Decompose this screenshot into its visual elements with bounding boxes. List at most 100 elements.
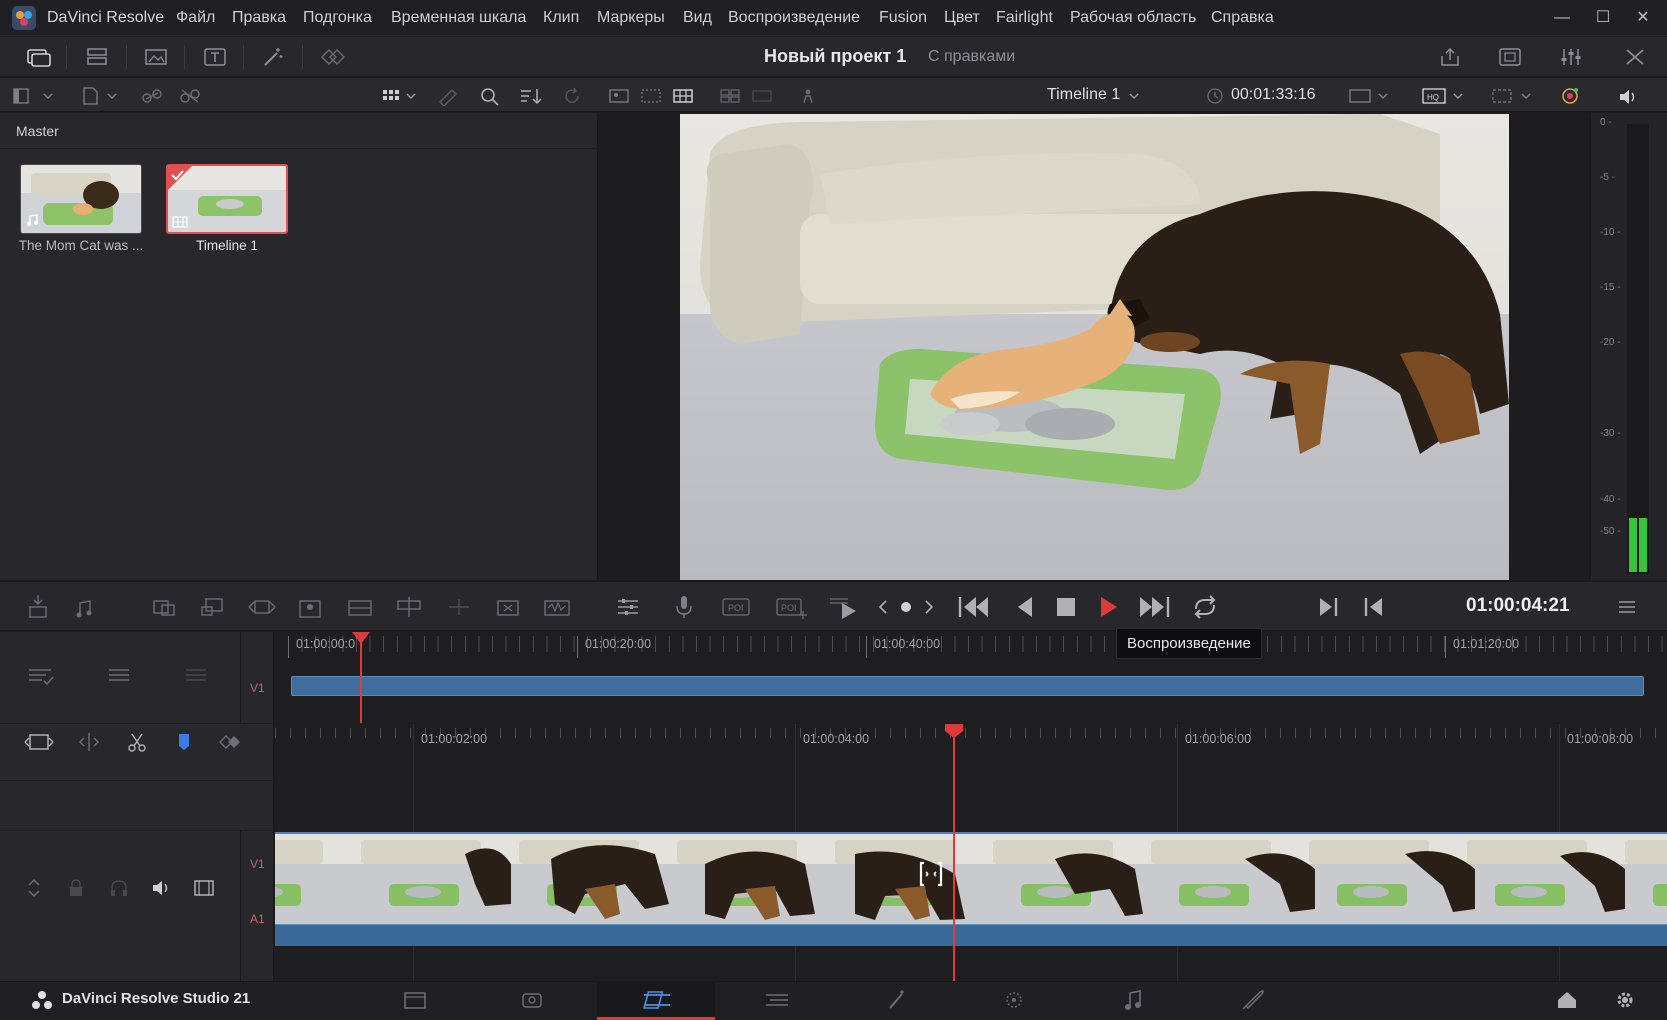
film-track-icon[interactable]: [192, 876, 216, 900]
metadata-icon[interactable]: [436, 86, 460, 106]
dynamic-trim-icon[interactable]: [74, 730, 104, 754]
menu-color[interactable]: Цвет: [944, 9, 980, 27]
poi-icon[interactable]: POI: [720, 593, 752, 621]
smart-insert-icon[interactable]: [24, 593, 52, 621]
viewer-frame[interactable]: [680, 114, 1509, 580]
menu-edit[interactable]: Правка: [232, 9, 286, 27]
options-menu-icon[interactable]: [1614, 593, 1640, 621]
menu-help[interactable]: Справка: [1211, 9, 1274, 27]
media-page-icon[interactable]: [398, 986, 432, 1014]
video-clip[interactable]: [275, 832, 1667, 924]
menu-trim[interactable]: Подгонка: [303, 9, 372, 27]
voiceover-mic-icon[interactable]: [670, 593, 698, 621]
timeline-thumbnail[interactable]: [166, 164, 288, 234]
zoom-fit-icon[interactable]: [1347, 86, 1393, 106]
volume-icon[interactable]: [1616, 86, 1640, 108]
import-media-icon[interactable]: [80, 86, 122, 106]
fusion-page-icon[interactable]: [760, 986, 794, 1014]
speaker-icon[interactable]: [150, 876, 172, 900]
menu-clip[interactable]: Клип: [543, 9, 579, 27]
menu-view[interactable]: Вид: [683, 9, 712, 27]
place-on-top-icon[interactable]: [246, 593, 278, 621]
menu-fairlight[interactable]: Fairlight: [996, 9, 1053, 27]
media-pool-toggle-icon[interactable]: [21, 43, 55, 71]
bin-view-icon[interactable]: [750, 86, 774, 106]
bin-name[interactable]: Master: [16, 123, 59, 139]
color-match-icon[interactable]: [1558, 85, 1582, 107]
audio-settings-icon[interactable]: [614, 593, 642, 621]
safe-area-icon[interactable]: [639, 86, 663, 106]
source-overwrite-icon[interactable]: [296, 593, 324, 621]
menu-markers[interactable]: Маркеры: [597, 9, 665, 27]
sort-icon[interactable]: [518, 86, 544, 106]
grid-view-icon[interactable]: [380, 86, 424, 106]
loop-icon[interactable]: [1188, 591, 1222, 623]
transition-diamond-icon[interactable]: [216, 730, 246, 754]
stacked-timelines-icon[interactable]: [181, 664, 211, 688]
mark-out-icon[interactable]: [1314, 591, 1342, 623]
minimize-button[interactable]: —: [1544, 6, 1580, 30]
unlink-icon[interactable]: [178, 86, 202, 106]
person-tracker-icon[interactable]: [796, 86, 820, 106]
close-button[interactable]: ✕: [1625, 6, 1661, 30]
fairlight-page-icon[interactable]: [997, 986, 1031, 1014]
trim-cursor-icon[interactable]: [917, 860, 945, 888]
menu-playback[interactable]: Воспроизведение: [728, 9, 860, 27]
sync-bin-icon[interactable]: [80, 43, 114, 71]
effects-wand-icon[interactable]: [256, 43, 290, 71]
clip-thumbnail[interactable]: [20, 164, 142, 234]
color-page-icon[interactable]: [880, 986, 914, 1014]
settings-gear-icon[interactable]: [1608, 986, 1642, 1014]
play-reverse-icon[interactable]: [1010, 591, 1038, 623]
fullscreen-viewer-icon[interactable]: [1493, 43, 1527, 71]
track-height-icon[interactable]: [104, 664, 134, 688]
overview-clip[interactable]: [291, 676, 1644, 696]
chevron-down-icon[interactable]: [1127, 89, 1141, 103]
music-note-page-icon[interactable]: [1116, 986, 1150, 1014]
menu-file[interactable]: Файл: [176, 9, 215, 27]
timeline-selector[interactable]: Timeline 1: [1047, 86, 1120, 104]
blade-scissors-icon[interactable]: [124, 730, 150, 754]
refresh-icon[interactable]: [560, 86, 584, 106]
titles-icon[interactable]: [198, 43, 232, 71]
headphones-icon[interactable]: [108, 876, 130, 900]
menu-fusion[interactable]: Fusion: [879, 9, 927, 27]
maximize-button[interactable]: ☐: [1585, 6, 1621, 30]
home-icon[interactable]: [1550, 986, 1584, 1014]
search-icon[interactable]: [478, 86, 502, 106]
mixer-icon[interactable]: [1554, 43, 1588, 71]
menu-workspace[interactable]: Рабочая область: [1070, 9, 1196, 27]
ripple-delete-icon[interactable]: [494, 593, 522, 621]
mark-in-icon[interactable]: [1360, 591, 1388, 623]
fit-to-fill-icon[interactable]: [445, 593, 473, 621]
transitions-icon[interactable]: [316, 43, 350, 71]
ripple-overwrite-icon[interactable]: [150, 593, 178, 621]
replace-icon[interactable]: [395, 593, 423, 621]
close-up-icon[interactable]: [198, 593, 226, 621]
play-icon[interactable]: [1094, 591, 1122, 623]
playback-range-icon[interactable]: [826, 593, 860, 621]
lock-icon[interactable]: [66, 876, 86, 900]
multi-view-icon[interactable]: [718, 86, 742, 106]
viewer-overlay-icon[interactable]: [1490, 86, 1536, 106]
filmstrip-icon[interactable]: [671, 86, 695, 106]
upper-playhead[interactable]: [360, 636, 362, 723]
trim-edit-mode-icon[interactable]: [22, 730, 56, 754]
cut-page-icon[interactable]: [515, 986, 549, 1014]
append-audio-icon[interactable]: [70, 593, 98, 621]
audio-waveform-icon[interactable]: [542, 593, 572, 621]
export-icon[interactable]: [1433, 43, 1467, 71]
edit-page-icon[interactable]: [640, 986, 674, 1014]
overwrite-icon[interactable]: [346, 593, 374, 621]
audio-clip[interactable]: [275, 924, 1667, 946]
timeline-options-icon[interactable]: [26, 664, 56, 688]
marker-flag-icon[interactable]: [172, 730, 196, 754]
skip-to-start-icon[interactable]: [956, 591, 992, 623]
link-icon[interactable]: [140, 86, 164, 106]
inspector-tools-icon[interactable]: [1618, 43, 1652, 71]
viewer-image-icon[interactable]: [607, 86, 631, 106]
menu-timeline[interactable]: Временная шкала: [391, 9, 526, 27]
lower-playhead[interactable]: [953, 728, 955, 981]
panel-layout-icon[interactable]: [12, 86, 56, 106]
poi-add-icon[interactable]: POI: [774, 593, 808, 621]
